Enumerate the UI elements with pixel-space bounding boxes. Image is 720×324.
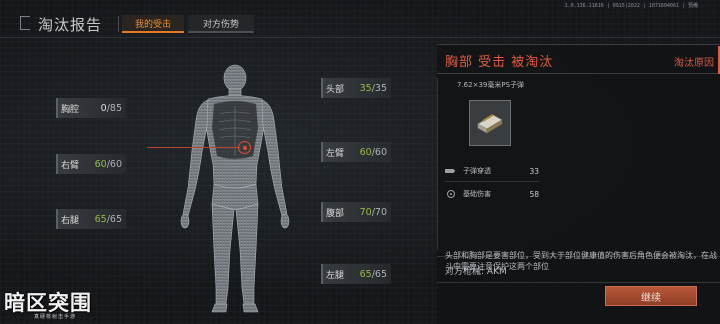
tab-my-hits[interactable]: 我的受击	[122, 15, 184, 33]
stomach-current: 70	[359, 206, 372, 218]
page-title: 淘汰报告	[38, 16, 103, 34]
hit-location-icon	[238, 141, 251, 154]
body-status-area: 胸腔 0/85 右臂 60/60 右腿 65/65 头部 35/35 左臂 60…	[20, 44, 430, 322]
thorax-label: 胸腔	[61, 104, 80, 115]
head-label: 头部	[326, 84, 345, 95]
body-figure	[180, 64, 290, 313]
game-logo: 暗区突围 真硬核射击手游	[4, 287, 116, 323]
right-arm-health: 60/60	[95, 159, 122, 170]
crosshair-icon	[445, 189, 457, 199]
body-part-head: 头部 35/35	[321, 78, 391, 98]
left-leg-health: 65/65	[360, 269, 387, 280]
divider	[437, 282, 720, 283]
hit-pointer-line	[147, 147, 240, 148]
tab-enemy-injuries[interactable]: 对方伤势	[188, 15, 254, 33]
left-leg-label: 左腿	[326, 270, 345, 281]
left-arm-health: 60/60	[360, 147, 387, 158]
left-arm-current: 60	[359, 146, 372, 158]
stat-label: 基础伤害	[463, 190, 491, 198]
left-leg-current: 65	[359, 268, 372, 280]
detail-header: 胸部 受击 被淘汰 淘汰原因	[437, 44, 720, 74]
stat-divider	[445, 181, 539, 182]
body-part-left-leg: 左腿 65/65	[321, 264, 391, 284]
head-current: 35	[359, 82, 372, 94]
detail-title: 胸部 受击 被淘汰	[445, 55, 554, 70]
ammo-box-icon	[477, 114, 503, 134]
header: 淘汰报告 我的受击 对方伤势	[0, 8, 720, 38]
stat-base-damage: 基础伤害 58	[445, 186, 539, 202]
body-part-thorax: 胸腔 0/85	[56, 98, 126, 118]
right-leg-label: 右腿	[61, 215, 80, 226]
left-arm-label: 左臂	[326, 148, 345, 159]
head-max: 35	[374, 82, 387, 94]
elimination-reason-link[interactable]: 淘汰原因	[674, 46, 720, 74]
body-part-right-arm: 右臂 60/60	[56, 154, 126, 174]
stomach-max: 70	[374, 206, 387, 218]
explanation-text: 头部和胸部是要害部位，受到大于部位健康值的伤害后角色便会被淘汰，在战斗中需要注意…	[445, 251, 717, 271]
continue-button[interactable]: 继续	[605, 286, 697, 306]
right-arm-current: 60	[94, 158, 107, 170]
report-icon	[20, 16, 30, 30]
left-leg-max: 65	[374, 268, 387, 280]
tab-divider	[118, 16, 119, 32]
stomach-health: 70/70	[360, 207, 387, 218]
stat-label: 子弹穿透	[463, 167, 491, 175]
bullet-icon	[445, 166, 457, 176]
logo-subtitle: 真硬核射击手游	[34, 314, 77, 320]
ammo-name: 7.62×39毫米PS子弹	[457, 81, 525, 89]
elimination-detail-panel: 胸部 受击 被淘汰 淘汰原因 7.62×39毫米PS子弹 子弹穿透 33 基础伤…	[437, 44, 720, 324]
body-part-left-arm: 左臂 60/60	[321, 142, 391, 162]
head-health: 35/35	[360, 83, 387, 94]
stat-value: 33	[529, 166, 539, 176]
right-arm-max: 60	[109, 158, 122, 170]
body-part-stomach: 腹部 70/70	[321, 202, 391, 222]
thorax-max: 85	[109, 102, 122, 114]
thorax-health: 0/85	[101, 103, 122, 114]
stat-value: 58	[529, 189, 539, 199]
body-part-right-leg: 右腿 65/65	[56, 209, 126, 229]
stomach-label: 腹部	[326, 208, 345, 219]
right-arm-label: 右臂	[61, 160, 80, 171]
left-arm-max: 60	[374, 146, 387, 158]
panel-divider	[437, 78, 438, 250]
right-leg-health: 65/65	[95, 214, 122, 225]
right-leg-max: 65	[109, 213, 122, 225]
stat-penetration: 子弹穿透 33	[445, 163, 539, 179]
ammo-item-slot[interactable]	[469, 100, 511, 146]
right-leg-current: 65	[94, 213, 107, 225]
